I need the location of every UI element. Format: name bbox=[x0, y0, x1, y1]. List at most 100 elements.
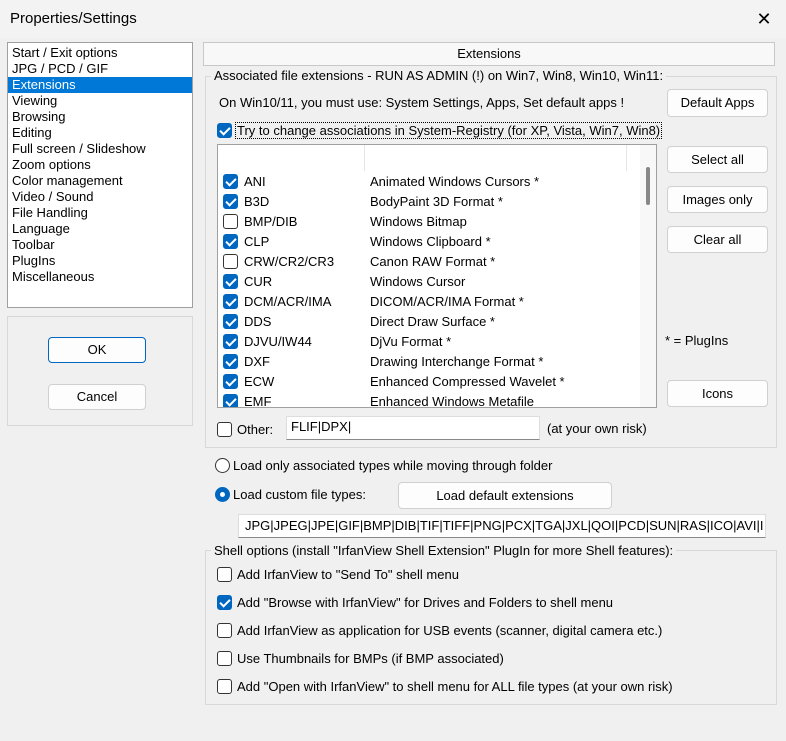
shell-option[interactable]: Add "Open with IrfanView" to shell menu … bbox=[217, 679, 673, 694]
tab-extensions: Extensions bbox=[203, 42, 775, 66]
extension-name: ECW bbox=[244, 373, 275, 389]
custom-file-types-input[interactable]: JPG|JPEG|JPE|GIF|BMP|DIB|TIF|TIFF|PNG|PC… bbox=[238, 514, 766, 538]
extension-description: BodyPaint 3D Format * bbox=[370, 193, 503, 209]
sidebar-item[interactable]: PlugIns bbox=[8, 253, 192, 269]
other-checkbox[interactable] bbox=[217, 422, 232, 437]
extension-checkbox[interactable] bbox=[223, 193, 238, 209]
extension-checkbox[interactable] bbox=[223, 293, 238, 309]
load-custom-radio[interactable] bbox=[215, 487, 230, 502]
extension-description: Enhanced Windows Metafile bbox=[370, 393, 535, 408]
extension-row[interactable]: DCM/ACR/IMA DICOM/ACR/IMA Format * bbox=[223, 291, 524, 311]
shell-option-label: Add IrfanView as application for USB eve… bbox=[237, 623, 663, 638]
clear-all-button[interactable]: Clear all bbox=[667, 226, 768, 253]
cancel-button[interactable]: Cancel bbox=[48, 384, 146, 410]
extension-name: DCM/ACR/IMA bbox=[244, 293, 332, 309]
registry-label: Try to change associations in System-Reg… bbox=[235, 122, 663, 139]
extension-checkbox[interactable] bbox=[223, 233, 238, 249]
scrollbar[interactable] bbox=[640, 145, 656, 407]
extension-checkbox[interactable] bbox=[223, 393, 238, 407]
extension-description: DjVu Format * bbox=[370, 333, 452, 349]
sidebar-item[interactable]: Viewing bbox=[8, 93, 192, 109]
shell-options-label: Shell options (install "IrfanView Shell … bbox=[211, 543, 677, 558]
sidebar-item[interactable]: Zoom options bbox=[8, 157, 192, 173]
default-apps-button[interactable]: Default Apps bbox=[667, 89, 768, 117]
extension-name: EMF bbox=[244, 393, 272, 408]
sidebar-item[interactable]: Toolbar bbox=[8, 237, 192, 253]
extension-checkbox[interactable] bbox=[223, 213, 238, 229]
sidebar-item[interactable]: Browsing bbox=[8, 109, 192, 125]
extension-description: Enhanced Compressed Wavelet * bbox=[370, 373, 565, 389]
extension-description: Drawing Interchange Format * bbox=[370, 353, 544, 369]
extension-description: Canon RAW Format * bbox=[370, 253, 496, 269]
extension-checkbox[interactable] bbox=[223, 173, 238, 189]
category-list[interactable]: Start / Exit options JPG / PCD / GIF Exten… bbox=[7, 42, 193, 308]
extension-name: BMP/DIB bbox=[244, 213, 298, 229]
extension-name: ANI bbox=[244, 173, 266, 189]
shell-option-label: Add "Open with IrfanView" to shell menu … bbox=[237, 679, 673, 694]
shell-option-checkbox[interactable] bbox=[217, 623, 232, 638]
extension-checkbox[interactable] bbox=[223, 353, 238, 369]
load-default-extensions-button[interactable]: Load default extensions bbox=[398, 482, 612, 509]
shell-option[interactable]: Add "Browse with IrfanView" for Drives a… bbox=[217, 595, 613, 610]
shell-option[interactable]: Add IrfanView to "Send To" shell menu bbox=[217, 567, 459, 582]
extension-row[interactable]: DJVU/IW44 DjVu Format * bbox=[223, 331, 451, 351]
sidebar-item[interactable]: File Handling bbox=[8, 205, 192, 221]
sidebar-item[interactable]: Full screen / Slideshow bbox=[8, 141, 192, 157]
extension-checkbox[interactable] bbox=[223, 253, 238, 269]
extension-row[interactable]: ANI Animated Windows Cursors * bbox=[223, 171, 539, 191]
icons-button[interactable]: Icons bbox=[667, 380, 768, 407]
select-all-button[interactable]: Select all bbox=[667, 146, 768, 173]
win10-note: On Win10/11, you must use: System Settin… bbox=[219, 95, 625, 110]
shell-option[interactable]: Add IrfanView as application for USB eve… bbox=[217, 623, 662, 638]
registry-checkbox-row[interactable]: Try to change associations in System-Reg… bbox=[217, 122, 663, 139]
shell-option-checkbox[interactable] bbox=[217, 651, 232, 666]
shell-option-checkbox[interactable] bbox=[217, 567, 232, 582]
close-icon[interactable]: ✕ bbox=[748, 4, 780, 34]
sidebar-item[interactable]: Video / Sound bbox=[8, 189, 192, 205]
scrollbar-thumb[interactable] bbox=[646, 167, 650, 205]
shell-option-label: Use Thumbnails for BMPs (if BMP associat… bbox=[237, 651, 504, 666]
extension-description: Direct Draw Surface * bbox=[370, 313, 495, 329]
shell-option-checkbox[interactable] bbox=[217, 595, 232, 610]
extension-row[interactable]: CUR Windows Cursor bbox=[223, 271, 465, 291]
extensions-list[interactable]: ANI Animated Windows Cursors * B3D BodyPain… bbox=[217, 144, 657, 408]
sidebar-item[interactable]: Extensions bbox=[8, 77, 192, 93]
other-label: Other: bbox=[237, 422, 274, 437]
sidebar-item[interactable]: Start / Exit options bbox=[8, 45, 192, 61]
extension-row[interactable]: CRW/CR2/CR3 Canon RAW Format * bbox=[223, 251, 495, 271]
load-associated-option[interactable]: Load only associated types while moving … bbox=[215, 458, 552, 473]
other-extensions-input[interactable]: FLIF|DPX| bbox=[286, 416, 540, 440]
extension-row[interactable]: B3D BodyPaint 3D Format * bbox=[223, 191, 503, 211]
sidebar-item[interactable]: Color management bbox=[8, 173, 192, 189]
load-associated-radio[interactable] bbox=[215, 458, 230, 473]
registry-checkbox[interactable] bbox=[217, 123, 232, 138]
shell-option[interactable]: Use Thumbnails for BMPs (if BMP associat… bbox=[217, 651, 504, 666]
sidebar-item[interactable]: Language bbox=[8, 221, 192, 237]
extension-row[interactable]: CLP Windows Clipboard * bbox=[223, 231, 491, 251]
extension-checkbox[interactable] bbox=[223, 313, 238, 329]
load-custom-label: Load custom file types: bbox=[233, 487, 366, 502]
extension-row[interactable]: BMP/DIB Windows Bitmap bbox=[223, 211, 467, 231]
ok-button[interactable]: OK bbox=[48, 337, 146, 363]
extension-checkbox[interactable] bbox=[223, 333, 238, 349]
other-row[interactable]: Other: bbox=[217, 422, 273, 437]
extension-row[interactable]: ECW Enhanced Compressed Wavelet * bbox=[223, 371, 565, 391]
shell-option-label: Add IrfanView to "Send To" shell menu bbox=[237, 567, 459, 582]
load-custom-option[interactable]: Load custom file types: bbox=[215, 487, 366, 502]
other-note: (at your own risk) bbox=[547, 421, 647, 436]
shell-option-checkbox[interactable] bbox=[217, 679, 232, 694]
extension-name: CRW/CR2/CR3 bbox=[244, 253, 335, 269]
ok-cancel-panel: OK Cancel bbox=[7, 316, 193, 426]
extension-row[interactable]: DDS Direct Draw Surface * bbox=[223, 311, 495, 331]
extension-row[interactable]: EMF Enhanced Windows Metafile bbox=[223, 391, 535, 408]
images-only-button[interactable]: Images only bbox=[667, 186, 768, 213]
extension-name: CLP bbox=[244, 233, 270, 249]
sidebar-item[interactable]: Miscellaneous bbox=[8, 269, 192, 285]
sidebar-item[interactable]: Editing bbox=[8, 125, 192, 141]
extension-description: Animated Windows Cursors * bbox=[370, 173, 540, 189]
extension-name: CUR bbox=[244, 273, 273, 289]
extension-checkbox[interactable] bbox=[223, 373, 238, 389]
extension-row[interactable]: DXF Drawing Interchange Format * bbox=[223, 351, 543, 371]
sidebar-item[interactable]: JPG / PCD / GIF bbox=[8, 61, 192, 77]
extension-checkbox[interactable] bbox=[223, 273, 238, 289]
